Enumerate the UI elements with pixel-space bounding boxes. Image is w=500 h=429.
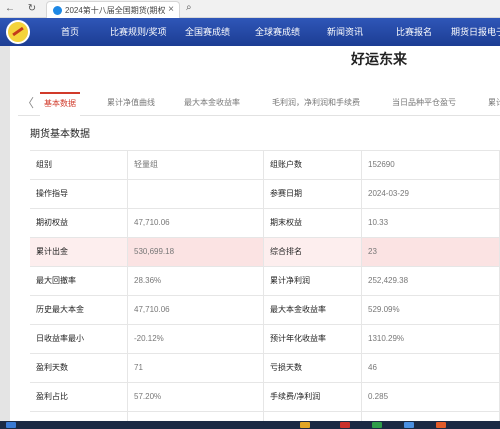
browser-toolbar: ← ↻ 2024第十八届全国期货(期权... × ⌕: [0, 0, 500, 18]
table-row: 盈利天数 71 亏损天数 46: [30, 354, 500, 383]
table-row: 组别 轻量组 组账户数 152690: [30, 151, 500, 180]
row-value: 252,429.38: [362, 267, 500, 295]
row-label: 累计净利润: [264, 267, 362, 295]
row-value: 71: [128, 354, 264, 382]
row-value: 152690: [362, 151, 500, 179]
row-value: 47,710.06: [128, 209, 264, 237]
row-label: 亏损天数: [264, 354, 362, 382]
tab-daily-pnl[interactable]: 当日品种平仓盈亏: [392, 92, 456, 116]
site-navigation: 首页 比赛规则/奖项 全国赛成绩 全球赛成绩 新闻资讯 比赛报名 期货日报电子: [0, 18, 500, 46]
start-icon[interactable]: [6, 422, 16, 428]
row-label: 操作指导: [30, 180, 128, 208]
nav-home[interactable]: 首页: [61, 18, 79, 46]
chevron-left-icon[interactable]: 〈: [22, 92, 34, 114]
table-row: 日收益率最小 -20.12% 预计年化收益率 1310.29%: [30, 325, 500, 354]
table-row: 最大回撤率 28.36% 累计净利润 252,429.38: [30, 267, 500, 296]
nav-epaper[interactable]: 期货日报电子: [451, 18, 500, 46]
wechat-icon[interactable]: [372, 422, 382, 428]
nav-global-results[interactable]: 全球赛成绩: [255, 18, 300, 46]
row-label: 组别: [30, 151, 128, 179]
row-label: 累计出金: [30, 238, 128, 266]
row-value: [128, 180, 264, 208]
row-value: 529.09%: [362, 296, 500, 324]
row-label: 最大本金收益率: [264, 296, 362, 324]
row-label: 盈利占比: [30, 383, 128, 411]
tab-cumulative[interactable]: 累计: [488, 92, 500, 116]
table-row: 期初权益 47,710.06 期末权益 10.33: [30, 209, 500, 238]
row-label: 预计年化收益率: [264, 325, 362, 353]
search-icon[interactable]: ⌕: [186, 2, 192, 13]
folder-icon[interactable]: [300, 422, 310, 428]
account-name: 好运东来: [351, 51, 407, 67]
row-value: 1310.29%: [362, 325, 500, 353]
nav-national-results[interactable]: 全国赛成绩: [185, 18, 230, 46]
close-tab-icon[interactable]: ×: [168, 4, 174, 16]
tab-nav-curve[interactable]: 累计净值曲线: [107, 92, 155, 116]
row-label: 参赛日期: [264, 180, 362, 208]
row-label: 手续费/净利润: [264, 383, 362, 411]
table-row: 历史最大本金 47,710.06 最大本金收益率 529.09%: [30, 296, 500, 325]
site-favicon-icon: [53, 6, 62, 15]
row-label: 综合排名: [264, 238, 362, 266]
row-value: 10.33: [362, 209, 500, 237]
row-value: 0.285: [362, 383, 500, 411]
row-value: 2024-03-29: [362, 180, 500, 208]
nav-signup[interactable]: 比赛报名: [396, 18, 432, 46]
row-label: 盈利天数: [30, 354, 128, 382]
row-value: 47,710.06: [128, 296, 264, 324]
site-logo[interactable]: [6, 20, 30, 44]
table-row: 盈利占比 57.20% 手续费/净利润 0.285: [30, 383, 500, 412]
row-value: 轻量组: [128, 151, 264, 179]
table-row: 累计出金 530,699.18 综合排名 23: [30, 238, 500, 267]
browser-icon[interactable]: [404, 422, 414, 428]
row-value: -20.12%: [128, 325, 264, 353]
section-title: 期货基本数据: [30, 129, 90, 140]
row-label: 期初权益: [30, 209, 128, 237]
row-label: 历史最大本金: [30, 296, 128, 324]
reload-icon[interactable]: ↻: [26, 3, 38, 15]
row-label: 期末权益: [264, 209, 362, 237]
row-label: 组账户数: [264, 151, 362, 179]
row-value: 28.36%: [128, 267, 264, 295]
nav-news[interactable]: 新闻资讯: [327, 18, 363, 46]
row-value: 46: [362, 354, 500, 382]
tab-max-return[interactable]: 最大本金收益率: [184, 92, 240, 116]
browser-tab-title: 2024第十八届全国期货(期权...: [65, 6, 165, 15]
browser-tab[interactable]: 2024第十八届全国期货(期权... ×: [46, 1, 180, 18]
tab-basic-data[interactable]: 基本数据: [36, 92, 84, 117]
page-side-strip: [0, 46, 10, 429]
basic-data-table: 组别 轻量组 组账户数 152690 操作指导 参赛日期 2024-03-29 期初权益 47,…: [30, 150, 500, 429]
row-label: 最大回撤率: [30, 267, 128, 295]
table-row: 操作指导 参赛日期 2024-03-29: [30, 180, 500, 209]
data-tabs: 〈 基本数据 累计净值曲线 最大本金收益率 毛利润，净利润和手续费 当日品种平仓…: [18, 92, 500, 117]
back-icon[interactable]: ←: [4, 3, 16, 15]
row-label: 日收益率最小: [30, 325, 128, 353]
row-value: 530,699.18: [128, 238, 264, 266]
app2-icon[interactable]: [436, 422, 446, 428]
taskbar: [0, 421, 500, 429]
tab-profit-fees[interactable]: 毛利润，净利润和手续费: [272, 92, 360, 116]
row-value: 23: [362, 238, 500, 266]
nav-rules[interactable]: 比赛规则/奖项: [110, 18, 167, 46]
row-value: 57.20%: [128, 383, 264, 411]
app-icon[interactable]: [340, 422, 350, 428]
